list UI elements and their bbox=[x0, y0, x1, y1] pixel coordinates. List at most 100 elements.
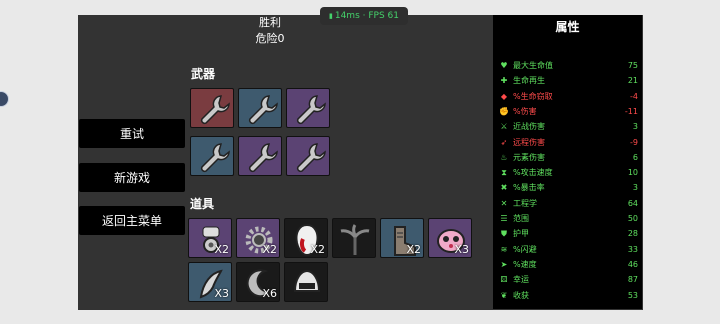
weapon-slot[interactable] bbox=[286, 88, 330, 128]
items-title: 道具 bbox=[190, 197, 215, 211]
stat-label: %暴击率 bbox=[513, 183, 545, 193]
weapon-slot[interactable] bbox=[238, 136, 282, 176]
wrench-icon bbox=[296, 143, 326, 173]
heart-icon: ♥ bbox=[500, 61, 508, 70]
stat-value: 50 bbox=[627, 214, 638, 223]
stats-title: 属性 bbox=[555, 20, 580, 34]
item-slot[interactable]: X3 bbox=[428, 218, 472, 258]
stat-label: 工程学 bbox=[513, 198, 537, 208]
main-menu-button[interactable]: 返回主菜单 bbox=[79, 206, 185, 235]
stat-row: ◆ %生命窃取 -4 bbox=[498, 89, 638, 104]
stat-row: ☰ 范围 50 bbox=[498, 211, 638, 226]
stat-row: ✖ %暴击率 3 bbox=[498, 180, 638, 195]
item-slot[interactable] bbox=[332, 218, 376, 258]
engineering-icon: ✕ bbox=[500, 198, 508, 208]
speed-icon: ➤ bbox=[500, 259, 508, 269]
wrench-icon bbox=[200, 95, 230, 125]
item-slot[interactable]: X2 bbox=[284, 218, 328, 258]
stat-label: 范围 bbox=[513, 214, 529, 223]
stat-row: ✕ 工程学 64 bbox=[498, 196, 638, 211]
wrench-icon bbox=[248, 143, 278, 173]
stat-value: 28 bbox=[627, 229, 638, 239]
fps-counter: ▮ 14ms · FPS 61 bbox=[320, 7, 408, 25]
dodge-icon: ≋ bbox=[500, 244, 508, 254]
stat-value: 46 bbox=[627, 259, 638, 269]
result-header: 胜利 危险0 bbox=[230, 15, 310, 47]
steal-icon: ◆ bbox=[500, 91, 508, 101]
item-quantity: X2 bbox=[310, 243, 325, 256]
weapon-slot[interactable] bbox=[286, 136, 330, 176]
stat-label: 幸运 bbox=[513, 275, 529, 285]
stat-row: ❦ 收获 53 bbox=[498, 288, 638, 303]
signal-icon: ▮ bbox=[329, 12, 333, 20]
stat-row: ⧗ %攻击速度 10 bbox=[498, 165, 638, 180]
stat-row: ➶ 远程伤害 -9 bbox=[498, 135, 638, 150]
item-slot[interactable]: X6 bbox=[236, 262, 280, 302]
stat-label: 生命再生 bbox=[513, 76, 545, 86]
stat-value: -9 bbox=[630, 137, 638, 147]
stat-value: 3 bbox=[632, 183, 638, 193]
attack-speed-icon: ⧗ bbox=[501, 168, 507, 178]
item-slot[interactable]: X3 bbox=[188, 262, 232, 302]
melee-icon: ⚔ bbox=[500, 122, 508, 132]
retry-button[interactable]: 重试 bbox=[79, 119, 185, 148]
item-quantity: X2 bbox=[214, 243, 229, 256]
damage-icon: ✊ bbox=[499, 106, 509, 116]
item-quantity: X3 bbox=[454, 243, 469, 256]
weapon-slot[interactable] bbox=[190, 136, 234, 176]
stat-row: ⚔ 近战伤害 3 bbox=[498, 119, 638, 134]
stat-row: ✊ %伤害 -11 bbox=[498, 104, 638, 119]
range-icon: ☰ bbox=[500, 214, 508, 223]
item-slot[interactable]: X2 bbox=[188, 218, 232, 258]
new-game-button[interactable]: 新游戏 bbox=[79, 163, 185, 192]
stat-value: 21 bbox=[627, 76, 638, 86]
elemental-icon: ♨ bbox=[500, 152, 508, 162]
stat-row: ➤ %速度 46 bbox=[498, 257, 638, 272]
item-slot[interactable]: X2 bbox=[380, 218, 424, 258]
stat-row: ⚄ 幸运 87 bbox=[498, 272, 638, 287]
stat-value: 10 bbox=[627, 168, 638, 178]
wrench-icon bbox=[200, 143, 230, 173]
helmet-icon bbox=[293, 269, 321, 292]
stat-value: 33 bbox=[627, 244, 638, 254]
fps-text: 14ms · FPS 61 bbox=[334, 11, 399, 21]
item-quantity: X3 bbox=[214, 287, 229, 300]
luck-icon: ⚄ bbox=[500, 275, 508, 285]
stat-label: %闪避 bbox=[513, 244, 537, 254]
item-slot[interactable] bbox=[284, 262, 328, 302]
stats-panel: 属性 ♥ 最大生命值 75 ✚ 生命再生 21 ◆ %生命窃取 -4 ✊ %伤害 -11 ⚔ 近战伤害 3 ➶… bbox=[493, 15, 642, 309]
stat-label: %伤害 bbox=[513, 106, 537, 116]
item-slot[interactable]: X2 bbox=[236, 218, 280, 258]
stat-row: ♨ 元素伤害 6 bbox=[498, 150, 638, 165]
stat-label: 最大生命值 bbox=[513, 61, 553, 70]
wrench-icon bbox=[248, 95, 278, 125]
stat-value: 3 bbox=[632, 122, 638, 132]
stat-label: %攻击速度 bbox=[513, 168, 553, 178]
edge-handle[interactable] bbox=[0, 91, 9, 107]
stat-value: 75 bbox=[627, 61, 638, 70]
item-quantity: X6 bbox=[262, 287, 277, 300]
regen-icon: ✚ bbox=[500, 76, 508, 86]
item-quantity: X2 bbox=[262, 243, 277, 256]
stat-row: ≋ %闪避 33 bbox=[498, 242, 638, 257]
stat-value: 6 bbox=[632, 152, 638, 162]
crit-icon: ✖ bbox=[500, 183, 508, 193]
stat-label: %生命窃取 bbox=[513, 91, 553, 101]
wrench-icon bbox=[296, 95, 326, 125]
stat-label: 收获 bbox=[513, 290, 529, 300]
stat-label: %速度 bbox=[513, 259, 537, 269]
stat-value: 64 bbox=[627, 198, 638, 208]
stat-label: 远程伤害 bbox=[513, 137, 545, 147]
stat-value: 53 bbox=[627, 290, 638, 300]
weapon-slot[interactable] bbox=[238, 88, 282, 128]
stat-row: ⛊ 护甲 28 bbox=[498, 226, 638, 241]
ranged-icon: ➶ bbox=[500, 137, 508, 147]
stat-label: 近战伤害 bbox=[513, 122, 545, 132]
weapon-slot[interactable] bbox=[190, 88, 234, 128]
stat-label: 元素伤害 bbox=[513, 152, 545, 162]
item-quantity: X2 bbox=[406, 243, 421, 256]
stat-row: ✚ 生命再生 21 bbox=[498, 73, 638, 88]
harvest-icon: ❦ bbox=[500, 290, 508, 300]
stat-label: 护甲 bbox=[513, 229, 529, 239]
weapons-title: 武器 bbox=[191, 67, 216, 81]
